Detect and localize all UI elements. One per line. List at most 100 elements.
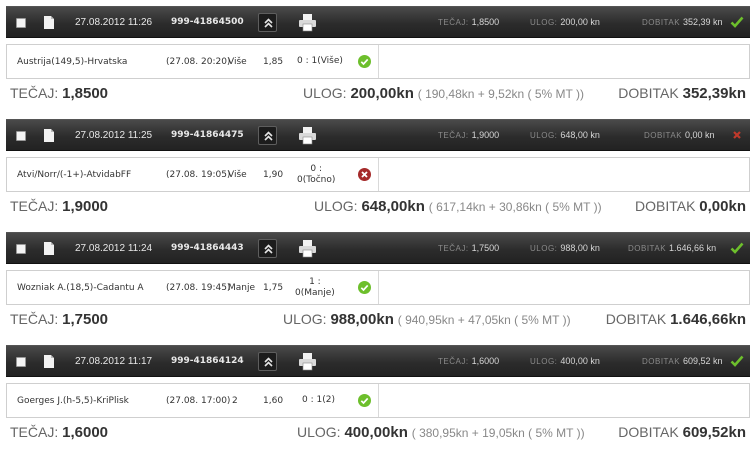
summary-win-value: 352,39kn: [682, 85, 746, 102]
match-start: (27.08. 19:05): [166, 169, 231, 180]
chevron-up-double-icon: [264, 131, 273, 141]
summary-win-label: DOBITAK: [634, 198, 696, 214]
summary-win: DOBITAK 1.646,66kn: [606, 311, 746, 328]
bar-odds: TEČAJ: 1,7500: [438, 243, 499, 254]
select-checkbox[interactable]: [16, 357, 26, 367]
ticket-id[interactable]: 999-41864124: [171, 356, 244, 366]
chevron-up-double-icon: [264, 357, 273, 367]
summary-stake-detail: ( 190,48kn + 9,52kn ( 5% MT )): [417, 87, 584, 101]
ticket-summary: TEČAJ: 1,6000 ULOG: 400,00kn ( 380,95kn …: [6, 424, 750, 444]
bar-win: DOBITAK 609,52 kn: [642, 356, 723, 367]
bar-win-label: DOBITAK: [642, 357, 681, 366]
summary-stake-value: 200,00kn: [350, 85, 414, 102]
summary-odds-value: 1,6000: [62, 424, 109, 441]
tip: Više: [228, 56, 247, 67]
document-icon[interactable]: [44, 129, 54, 142]
match-start: (27.08. 17:00): [166, 395, 231, 406]
divider: [378, 384, 379, 417]
collapse-button[interactable]: [258, 13, 277, 32]
match-name: Goerges J.(h-5,5)-KriPlisk: [17, 395, 129, 406]
result-line-2: 0(Točno): [297, 174, 336, 185]
lost-icon: [358, 168, 371, 181]
bar-odds: TEČAJ: 1,6000: [438, 356, 499, 367]
result-line-1: 0 :: [310, 163, 322, 174]
collapse-button[interactable]: [258, 239, 277, 258]
bar-odds-label: TEČAJ:: [438, 18, 469, 27]
summary-win: DOBITAK 0,00kn: [635, 198, 746, 215]
bar-win-label: DOBITAK: [642, 18, 681, 27]
ticket-summary: TEČAJ: 1,9000 ULOG: 648,00kn ( 617,14kn …: [6, 198, 750, 218]
summary-odds: TEČAJ: 1,7500: [10, 311, 108, 328]
ticket-header-bar: 27.08.2012 11:26 999-41864500 TEČAJ: 1,85…: [6, 6, 750, 38]
result-line-1: 0 : 1(Više): [297, 56, 343, 66]
bar-stake-value: 648,00 kn: [560, 130, 600, 140]
bar-win-label: DOBITAK: [644, 131, 683, 140]
tip: 2: [232, 395, 238, 406]
bar-stake-value: 988,00 kn: [560, 243, 600, 253]
select-checkbox[interactable]: [16, 18, 26, 28]
result-line-1: 1 :: [309, 276, 321, 287]
bar-win-value: 352,39 kn: [683, 17, 723, 27]
print-icon[interactable]: [298, 13, 317, 32]
select-checkbox[interactable]: [16, 244, 26, 254]
ticket-card: 27.08.2012 11:25 999-41864475 TEČAJ: 1,90…: [6, 119, 750, 232]
bar-odds-label: TEČAJ:: [438, 244, 469, 253]
ticket-id[interactable]: 999-41864443: [171, 243, 244, 253]
document-icon[interactable]: [44, 242, 54, 255]
summary-odds-value: 1,9000: [62, 198, 109, 215]
summary-stake-detail: ( 380,95kn + 19,05kn ( 5% MT )): [411, 426, 585, 440]
won-icon: [358, 281, 371, 294]
summary-stake: ULOG: 400,00kn ( 380,95kn + 19,05kn ( 5%…: [297, 424, 585, 441]
bar-stake: ULOG: 988,00 kn: [530, 243, 600, 254]
cross-icon: [733, 131, 741, 139]
bar-stake-label: ULOG:: [530, 18, 558, 27]
summary-win: DOBITAK 609,52kn: [618, 424, 746, 441]
select-checkbox[interactable]: [16, 131, 26, 141]
bar-stake: ULOG: 200,00 kn: [530, 17, 600, 28]
won-icon: [358, 394, 371, 407]
bar-win: DOBITAK 1.646,66 kn: [628, 243, 716, 254]
print-icon[interactable]: [298, 126, 317, 145]
bar-odds-value: 1,7500: [471, 243, 500, 253]
document-icon[interactable]: [44, 355, 54, 368]
tip: Manje: [228, 282, 256, 293]
result-line-2: 0(Manje): [295, 287, 335, 298]
summary-odds: TEČAJ: 1,9000: [10, 198, 108, 215]
match-name: Atvi/Norr/(-1+)-AtvidabFF: [17, 169, 132, 180]
summary-stake-value: 988,00kn: [330, 311, 394, 328]
summary-stake-label: ULOG:: [314, 198, 358, 214]
summary-win: DOBITAK 352,39kn: [618, 85, 746, 102]
ticket-header-bar: 27.08.2012 11:17 999-41864124 TEČAJ: 1,60…: [6, 345, 750, 377]
bar-odds-label: TEČAJ:: [438, 357, 469, 366]
bar-win-value: 609,52 kn: [683, 356, 723, 366]
bar-win-value: 0,00 kn: [685, 130, 715, 140]
bar-stake-label: ULOG:: [530, 131, 558, 140]
divider: [378, 158, 379, 191]
bar-win: DOBITAK 352,39 kn: [642, 17, 723, 28]
won-icon: [358, 55, 371, 68]
summary-stake-value: 400,00kn: [344, 424, 408, 441]
match-start: (27.08. 19:45): [166, 282, 231, 293]
document-icon[interactable]: [44, 16, 54, 29]
print-icon[interactable]: [298, 239, 317, 258]
summary-stake: ULOG: 988,00kn ( 940,95kn + 47,05kn ( 5%…: [283, 311, 571, 328]
bar-win-value: 1.646,66 kn: [669, 243, 717, 253]
selection-odds: 1,85: [263, 56, 284, 67]
print-icon[interactable]: [298, 352, 317, 371]
collapse-button[interactable]: [258, 352, 277, 371]
checkmark-icon: [730, 16, 744, 28]
summary-stake-label: ULOG:: [303, 85, 347, 101]
collapse-button[interactable]: [258, 126, 277, 145]
selection-row: Goerges J.(h-5,5)-KriPlisk (27.08. 17:00…: [6, 383, 750, 418]
match-result: 1 : 0(Manje): [295, 271, 335, 304]
ticket-datetime: 27.08.2012 11:17: [75, 356, 153, 367]
summary-win-label: DOBITAK: [618, 424, 679, 440]
ticket-header-bar: 27.08.2012 11:24 999-41864443 TEČAJ: 1,75…: [6, 232, 750, 264]
bar-odds-value: 1,8500: [471, 17, 500, 27]
summary-odds: TEČAJ: 1,6000: [10, 424, 108, 441]
bar-odds-value: 1,9000: [471, 130, 500, 140]
summary-odds-label: TEČAJ:: [10, 311, 59, 327]
checkmark-icon: [730, 355, 744, 367]
ticket-id[interactable]: 999-41864500: [171, 17, 244, 27]
ticket-id[interactable]: 999-41864475: [171, 130, 244, 140]
